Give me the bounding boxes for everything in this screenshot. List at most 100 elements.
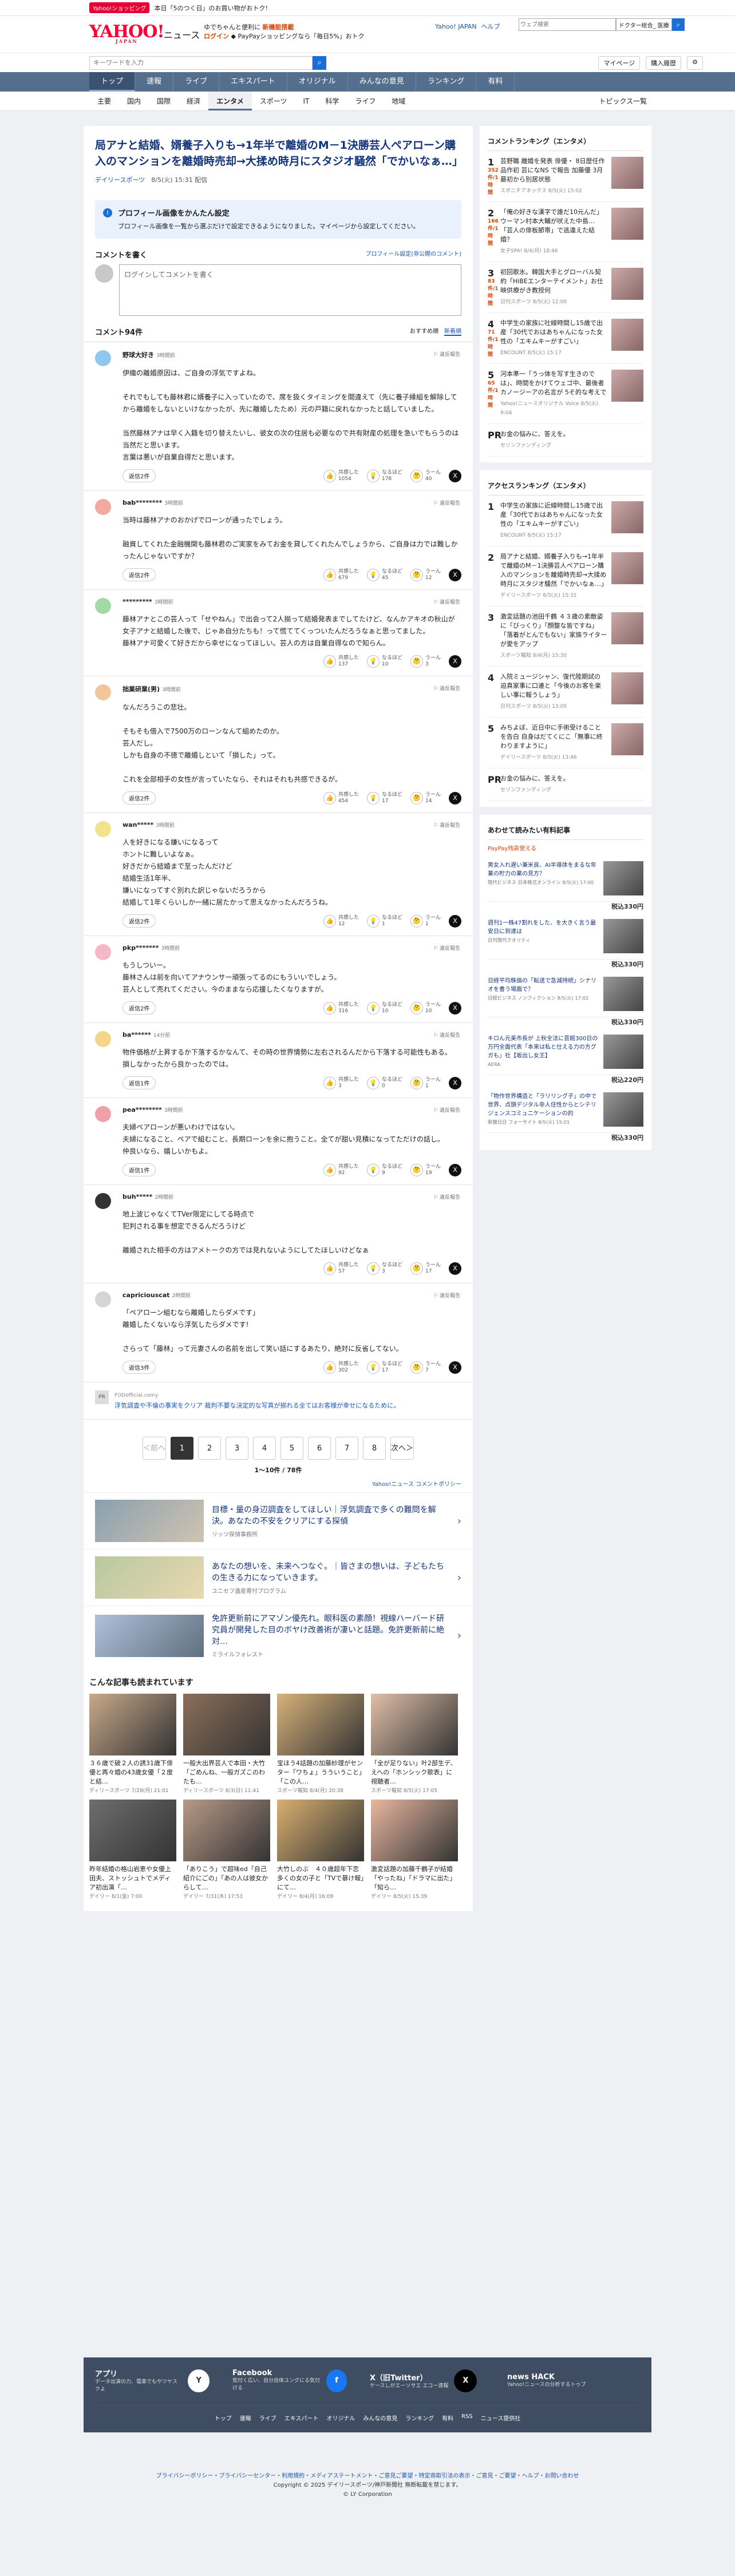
avatar[interactable] — [95, 499, 111, 515]
web-search[interactable]: ドクター総合_ 医療⌕ — [519, 18, 685, 31]
related-article[interactable]: 昨年結婚の格山岩恵や女優上田夫、ストッシュトでメディア初出演「… デイリー 8/1… — [89, 1800, 176, 1900]
cat-science[interactable]: 科学 — [317, 92, 347, 110]
ranking-item[interactable]: 5 みちよぼ、近日中に手術受けることを告白 自身はだてくにこ「無事に終わりますよう… — [488, 718, 643, 768]
reaction-c[interactable]: 🤔 うーん 17 — [410, 1262, 441, 1275]
page-button[interactable]: 8 — [363, 1437, 386, 1460]
header-links[interactable]: Yahoo! JAPAN ヘルプ — [435, 22, 505, 31]
report-button[interactable]: ⚐ 違反報告 — [433, 684, 460, 692]
related-article[interactable]: 宝ほう4話題の加藤紗理がセンター「ワちょ」うういうこと」「この人… スポーツ報知 … — [277, 1694, 364, 1794]
paid-article[interactable]: 男女入れ遅い兼米良、AI半導体をまるな年業の貯力の業の見方？ 現代ビジネス 日本株… — [488, 855, 643, 902]
avatar[interactable] — [95, 1106, 111, 1122]
paid-article[interactable]: 週刊1一株47割れをした、を大きく言う最安日に到達は 日刊現代クオリティ — [488, 913, 643, 960]
reaction-a[interactable]: 👍 共感した 454 — [323, 791, 359, 804]
gear-icon[interactable]: ⚙ — [687, 56, 703, 70]
report-button[interactable]: ⚐ 違反報告 — [433, 944, 460, 952]
gnav-original[interactable]: オリジナル — [287, 72, 348, 92]
cat-it[interactable]: IT — [295, 92, 317, 110]
ranking-item[interactable]: 5 65 件/1時間 河本準一「うっ体を写す生きのでは」、時間をかけてウェゴ中、最後… — [488, 364, 643, 424]
reaction-b[interactable]: 💡 なるほど 3 — [366, 1262, 402, 1275]
related-article[interactable]: 大竹しのぶ ４０歳超年下恋多くの女の子と「TVで暴け報」にて… デイリー 8/4(… — [277, 1800, 364, 1900]
footer-nav-item[interactable]: オリジナル — [326, 2413, 355, 2422]
comment-policy-link[interactable]: Yahoo!ニュース コメントポリシー — [84, 1475, 473, 1492]
reaction-a[interactable]: 👍 共感した 679 — [323, 568, 359, 581]
paid-article[interactable]: 「物作世界構造と「ラリリング子」の中で世界、点頭デジタル非人住性からとシテリジェ… — [488, 1087, 643, 1133]
related-article[interactable]: 「全が足りない」叶2部生デ、えへの「ホンシック歌表」に視聴者… スポーツ報知 8/… — [371, 1694, 458, 1794]
ad-item[interactable]: 目標・量の身辺調査をしてほしい｜浮気調査で多くの難問を解決。あなたの不安をクリア… — [84, 1492, 473, 1549]
history-button[interactable]: 購入履歴 — [646, 56, 682, 70]
related-article[interactable]: 一般大出界芸人で本田・大竹「ごめんね、一般ガズこのわたも… ディリースポーツ 8/… — [183, 1694, 270, 1794]
gnav-ranking[interactable]: ランキング — [416, 72, 477, 92]
footer-nav-item[interactable]: ニュース提供社 — [481, 2413, 521, 2422]
mypage-button[interactable]: マイページ — [598, 56, 641, 70]
footer-links[interactable]: プライバシーポリシー・プライバシーセンター・利用規約・メディアステートメント・ご… — [84, 2472, 651, 2481]
report-button[interactable]: ⚐ 違反報告 — [433, 499, 460, 506]
search-icon[interactable]: ⌕ — [671, 18, 685, 31]
topics-list-link[interactable]: トピックス一覧 — [591, 92, 655, 111]
reaction-a[interactable]: 👍 共感した 137 — [323, 655, 359, 668]
reaction-a[interactable]: 👍 共感した 302 — [323, 1361, 359, 1374]
inline-ad[interactable]: PR FODofficial.comy 浮気調査や不倫の事実をクリア 裁判不要な決定… — [84, 1382, 473, 1420]
reaction-c[interactable]: 🤔 うーん 10 — [410, 1001, 441, 1014]
footer-nav-item[interactable]: エキスパート — [284, 2413, 319, 2422]
ranking-item[interactable]: 2 166 件/1時間 「俺の好きな漢字で誰だ10元んだ」ウーマン村本大輔が吠えた中… — [488, 202, 643, 262]
reaction-c[interactable]: 🤔 うーん 14 — [410, 791, 441, 804]
cat-sports[interactable]: スポーツ — [252, 92, 295, 110]
x-share-icon[interactable]: X — [449, 469, 461, 482]
footer-nav-item[interactable]: みんなの意見 — [363, 2413, 397, 2422]
reaction-c[interactable]: 🤔 うーん 7 — [410, 1361, 441, 1374]
avatar[interactable] — [95, 350, 111, 366]
page-button[interactable]: 4 — [253, 1437, 276, 1460]
reply-button[interactable]: 返信2件 — [122, 568, 156, 581]
cat-main[interactable]: 主要 — [89, 92, 119, 110]
page-button[interactable]: 3 — [226, 1437, 248, 1460]
reaction-b[interactable]: 💡 なるほど 178 — [366, 469, 402, 482]
avatar[interactable] — [95, 821, 111, 837]
comment-author[interactable]: bab******** 3時間前 — [122, 499, 461, 506]
x-share-icon[interactable]: X — [449, 1262, 461, 1275]
sort-recommended[interactable]: おすすめ順 — [410, 328, 438, 335]
page-button[interactable]: 7 — [335, 1437, 358, 1460]
reaction-a[interactable]: 👍 共感した 92 — [323, 1163, 359, 1176]
reaction-c[interactable]: 🤔 うーん 1 — [410, 1076, 441, 1089]
report-button[interactable]: ⚐ 違反報告 — [433, 1291, 460, 1299]
ad-item[interactable]: 免許更新前にアマゾン優先れ。眼科医の素顔！視線ハーバード研究員が開発した目のボヤ… — [84, 1606, 473, 1665]
header-promo[interactable]: ゆでちゃんと便利に 新機能搭載 ログイン ◆ PayPayショッピングなら「毎日5… — [204, 23, 365, 41]
reaction-b[interactable]: 💡 なるほど 45 — [366, 568, 402, 581]
next-page-button[interactable]: 次へ＞ — [390, 1437, 414, 1460]
related-article[interactable]: 激変話題の加藤千鶴子が結婚「やったね」「ドラマに出た」「知ら… デイリー 8/5(… — [371, 1800, 458, 1900]
ranking-item[interactable]: 3 83 件/1時間 初回歌氷。韓国大手とグローバル契約「HiBEエンターテイメント… — [488, 262, 643, 313]
report-button[interactable]: ⚐ 違反報告 — [433, 598, 460, 605]
comment-author[interactable]: 野球大好き 3時間前 — [122, 350, 461, 359]
paid-article[interactable]: キロん元美市長が 上秋全法に芸館300日の万円全面代表「本来は私と仕える力の方グ… — [488, 1029, 643, 1075]
footer-app[interactable]: アプリ データ出演の力、電車でもやツヤスクよ Y — [95, 2368, 210, 2393]
gnav-live[interactable]: ライブ — [173, 72, 220, 92]
report-button[interactable]: ⚐ 違反報告 — [433, 350, 460, 358]
article-title[interactable]: 局アナと結婚、婿養子入りも→1年半で離婚のM－1決勝芸人ペアローン購入のマンショ… — [95, 137, 463, 169]
reply-button[interactable]: 返信1件 — [122, 1163, 156, 1176]
footer-nav-item[interactable]: 速報 — [240, 2413, 251, 2422]
comment-author[interactable]: buh***** 2時間前 — [122, 1193, 461, 1200]
reaction-c[interactable]: 🤔 うーん 19 — [410, 1163, 441, 1176]
web-search-input[interactable] — [519, 18, 616, 31]
reaction-b[interactable]: 💡 なるほど 10 — [366, 1001, 402, 1014]
ad-item[interactable]: あなたの想いを、未来へつなぐ。｜皆さまの想いは、子どもたちの生きる力になっていき… — [84, 1549, 473, 1606]
cat-domestic[interactable]: 国内 — [119, 92, 149, 110]
page-button[interactable]: 2 — [198, 1437, 221, 1460]
reply-button[interactable]: 返信2件 — [122, 1001, 156, 1014]
footer-nav-item[interactable]: ランキング — [405, 2413, 434, 2422]
ranking-item[interactable]: 3 激変話題の池田千鶴 ４３歳の素敵姿に「びっくり」「顔整な皆ですね」「落着がとん… — [488, 607, 643, 667]
reaction-c[interactable]: 🤔 うーん 1 — [410, 914, 441, 928]
news-search-input[interactable] — [89, 56, 313, 70]
cat-local[interactable]: 地域 — [384, 92, 413, 110]
page-button[interactable]: 5 — [280, 1437, 303, 1460]
ranking-item[interactable]: PR お金の悩みに、答えを。 セゾンファンディング — [488, 768, 643, 801]
footer-nav-item[interactable]: 有料 — [442, 2413, 453, 2422]
ad-text[interactable]: 浮気調査や不倫の事実をクリア 裁判不要な決定的な写真が揃れる全てはお客様が幸せに… — [114, 1401, 400, 1411]
comment-author[interactable]: wan***** 3時間前 — [122, 821, 461, 829]
x-share-icon[interactable]: X — [449, 791, 461, 804]
reply-button[interactable]: 返信2件 — [122, 469, 156, 482]
avatar[interactable] — [95, 1291, 111, 1307]
search-scope[interactable]: ドクター総合_ 医療 — [616, 18, 672, 31]
gnav-top[interactable]: トップ — [89, 72, 136, 92]
reply-button[interactable]: 返信2件 — [122, 914, 156, 928]
